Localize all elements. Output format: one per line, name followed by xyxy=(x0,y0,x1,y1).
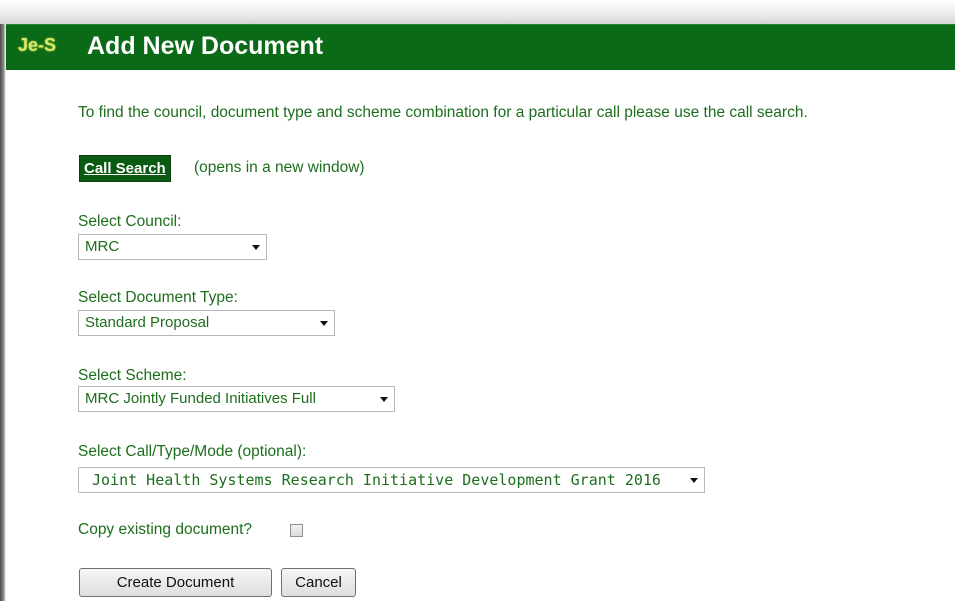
window-left-edge xyxy=(0,24,6,601)
council-select[interactable]: MRC xyxy=(78,234,267,260)
council-select-value: MRC xyxy=(85,238,120,255)
page-frame: Je-S Add New Document To find the counci… xyxy=(0,0,955,601)
document-type-select[interactable]: Standard Proposal xyxy=(78,310,335,336)
cancel-button[interactable]: Cancel xyxy=(281,568,356,597)
document-type-label: Select Document Type: xyxy=(78,289,238,306)
window-top-shadow xyxy=(0,0,955,26)
copy-existing-label: Copy existing document? xyxy=(78,521,253,538)
copy-existing-checkbox[interactable] xyxy=(290,524,303,537)
create-document-button[interactable]: Create Document xyxy=(79,568,272,597)
document-type-select-value: Standard Proposal xyxy=(85,314,210,331)
council-label: Select Council: xyxy=(78,213,182,230)
chevron-down-icon xyxy=(380,397,388,402)
jes-logo: Je-S xyxy=(18,35,57,55)
title-bar: Je-S Add New Document xyxy=(6,24,955,70)
chevron-down-icon xyxy=(320,321,328,326)
call-select[interactable]: Joint Health Systems Research Initiative… xyxy=(78,467,705,493)
call-search-note: (opens in a new window) xyxy=(194,159,365,176)
call-label: Select Call/Type/Mode (optional): xyxy=(78,443,307,460)
chevron-down-icon xyxy=(690,478,698,483)
call-select-value: Joint Health Systems Research Initiative… xyxy=(92,471,661,489)
scheme-select[interactable]: MRC Jointly Funded Initiatives Full xyxy=(78,386,395,412)
page-title: Add New Document xyxy=(87,32,324,60)
chevron-down-icon xyxy=(252,245,260,250)
scheme-select-value: MRC Jointly Funded Initiatives Full xyxy=(85,390,316,407)
intro-text: To find the council, document type and s… xyxy=(78,104,808,121)
scheme-label: Select Scheme: xyxy=(78,367,187,384)
call-search-button[interactable]: Call Search xyxy=(79,155,171,182)
